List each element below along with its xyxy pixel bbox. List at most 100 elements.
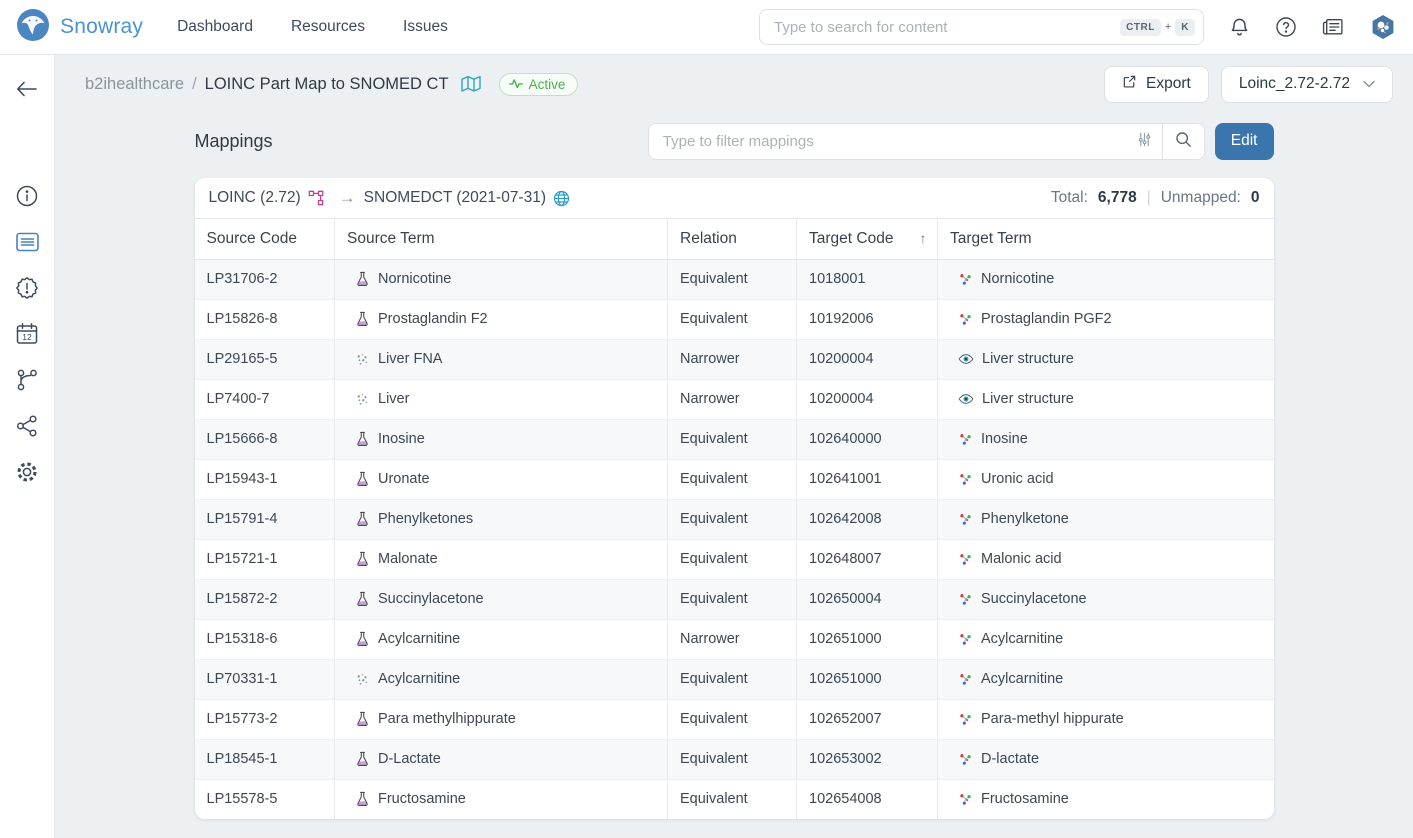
- col-target-term[interactable]: Target Term: [938, 219, 1274, 259]
- target-code-cell: 10200004: [797, 339, 938, 379]
- search-shortcut-hint: CTRL + K: [1120, 19, 1195, 36]
- global-search-input[interactable]: [774, 19, 1120, 36]
- source-codesystem-label[interactable]: LOINC (2.72): [209, 189, 301, 207]
- global-search[interactable]: CTRL + K: [759, 9, 1204, 45]
- source-code-cell: LP15721-1: [195, 539, 335, 579]
- flask-icon: [355, 751, 370, 767]
- source-code-cell: LP18545-1: [195, 739, 335, 779]
- map-icon[interactable]: [461, 75, 481, 93]
- table-row[interactable]: LP15943-1 Uronate Equivalent 102641001 U…: [195, 459, 1274, 499]
- brand-name[interactable]: Snowray: [60, 15, 143, 39]
- table-row[interactable]: LP15773-2 Para methylhippurate Equivalen…: [195, 699, 1274, 739]
- source-term-cell: Nornicotine: [335, 259, 668, 299]
- target-term-cell: Nornicotine: [938, 259, 1274, 299]
- sidebar-item-mappings[interactable]: [14, 231, 40, 257]
- target-code-cell: 10200004: [797, 379, 938, 419]
- target-term-cell: Succinylacetone: [938, 579, 1274, 619]
- target-codesystem-label[interactable]: SNOMEDCT (2021-07-31): [364, 189, 546, 207]
- unmapped-value: 0: [1251, 189, 1260, 207]
- help-icon[interactable]: [1275, 16, 1297, 38]
- relation-cell: Equivalent: [668, 419, 797, 459]
- filter-options-sliders-icon[interactable]: [1137, 132, 1152, 151]
- table-row[interactable]: LP15872-2 Succinylacetone Equivalent 102…: [195, 579, 1274, 619]
- relation-cell: Narrower: [668, 619, 797, 659]
- molecule-icon: [958, 712, 973, 727]
- target-code-cell: 102651000: [797, 659, 938, 699]
- table-row[interactable]: LP15666-8 Inosine Equivalent 102640000 I…: [195, 419, 1274, 459]
- sidebar-item-info[interactable]: [14, 185, 40, 211]
- target-code-cell: 102651000: [797, 619, 938, 659]
- relation-cell: Equivalent: [668, 779, 797, 819]
- table-row[interactable]: LP70331-1 Acylcarnitine Equivalent 10265…: [195, 659, 1274, 699]
- molecule-icon: [958, 672, 973, 687]
- flask-icon: [355, 631, 370, 647]
- total-value: 6,778: [1098, 189, 1137, 207]
- filter-search-button[interactable]: [1162, 124, 1204, 159]
- table-row[interactable]: LP29165-5 Liver FNA Narrower 10200004 Li…: [195, 339, 1274, 379]
- top-navbar: Snowray Dashboard Resources Issues CTRL …: [0, 0, 1413, 55]
- molecule-icon: [958, 432, 973, 447]
- source-term-cell: Acylcarnitine: [335, 619, 668, 659]
- source-code-cell: LP31706-2: [195, 259, 335, 299]
- scatter-icon: [355, 392, 370, 407]
- sidebar-item-calendar[interactable]: 12: [14, 323, 40, 349]
- edit-button[interactable]: Edit: [1215, 123, 1274, 160]
- table-row[interactable]: LP31706-2 Nornicotine Equivalent 1018001…: [195, 259, 1274, 299]
- flask-icon: [355, 711, 370, 727]
- left-sidebar: 12: [0, 55, 55, 838]
- source-code-cell: LP15318-6: [195, 619, 335, 659]
- sidebar-item-issues[interactable]: [14, 277, 40, 303]
- flask-icon: [355, 471, 370, 487]
- back-arrow-icon[interactable]: [15, 79, 39, 103]
- branch-icon: [15, 368, 39, 396]
- sort-ascending-icon[interactable]: ↑: [919, 230, 926, 246]
- nav-link-resources[interactable]: Resources: [291, 18, 365, 36]
- export-button[interactable]: Export: [1104, 66, 1209, 103]
- total-label: Total:: [1051, 189, 1088, 207]
- unmapped-label: Unmapped:: [1161, 189, 1241, 207]
- table-row[interactable]: LP7400-7 Liver Narrower 10200004 Liver s…: [195, 379, 1274, 419]
- nav-link-issues[interactable]: Issues: [403, 18, 448, 36]
- source-code-cell: LP15666-8: [195, 419, 335, 459]
- source-code-cell: LP15943-1: [195, 459, 335, 499]
- target-code-cell: 102654008: [797, 779, 938, 819]
- col-source-code[interactable]: Source Code: [195, 219, 335, 259]
- version-selector[interactable]: Loinc_2.72-2.72: [1221, 66, 1393, 103]
- table-row[interactable]: LP18545-1 D-Lactate Equivalent 102653002…: [195, 739, 1274, 779]
- globe-icon: [553, 190, 570, 207]
- table-row[interactable]: LP15791-4 Phenylketones Equivalent 10264…: [195, 499, 1274, 539]
- app-logo[interactable]: Snowray: [16, 8, 143, 46]
- calendar-12-icon: 12: [15, 322, 39, 350]
- sidebar-item-share[interactable]: [14, 415, 40, 441]
- target-term-cell: Malonic acid: [938, 539, 1274, 579]
- sidebar-item-settings[interactable]: [14, 461, 40, 487]
- source-code-cell: LP15578-5: [195, 779, 335, 819]
- user-avatar[interactable]: [1369, 13, 1397, 41]
- primary-nav: Dashboard Resources Issues: [177, 18, 448, 36]
- filter-mappings-box[interactable]: [648, 123, 1205, 160]
- eye-icon: [958, 392, 974, 406]
- scatter-icon: [355, 352, 370, 367]
- col-relation[interactable]: Relation: [668, 219, 797, 259]
- target-term-cell: Fructosamine: [938, 779, 1274, 819]
- table-row[interactable]: LP15318-6 Acylcarnitine Narrower 1026510…: [195, 619, 1274, 659]
- sidebar-item-versions[interactable]: [14, 369, 40, 395]
- breadcrumb-parent[interactable]: b2ihealthcare: [85, 75, 184, 94]
- target-code-cell: 102650004: [797, 579, 938, 619]
- filter-mappings-input[interactable]: [663, 133, 1137, 150]
- target-code-cell: 1018001: [797, 259, 938, 299]
- svg-text:12: 12: [22, 332, 32, 342]
- table-row[interactable]: LP15578-5 Fructosamine Equivalent 102654…: [195, 779, 1274, 819]
- changelog-news-icon[interactable]: [1322, 17, 1344, 37]
- mappings-card: LOINC (2.72) → SNOMEDCT (2021-07-31): [195, 178, 1274, 819]
- nav-link-dashboard[interactable]: Dashboard: [177, 18, 253, 36]
- table-row[interactable]: LP15721-1 Malonate Equivalent 102648007 …: [195, 539, 1274, 579]
- mappings-title: Mappings: [195, 131, 273, 152]
- flask-icon: [355, 431, 370, 447]
- status-badge: Active: [499, 73, 579, 96]
- col-source-term[interactable]: Source Term: [335, 219, 668, 259]
- table-row[interactable]: LP15826-8 Prostaglandin F2 Equivalent 10…: [195, 299, 1274, 339]
- notifications-bell-icon[interactable]: [1229, 17, 1250, 38]
- col-target-code[interactable]: Target Code↑: [797, 219, 938, 259]
- relation-cell: Narrower: [668, 339, 797, 379]
